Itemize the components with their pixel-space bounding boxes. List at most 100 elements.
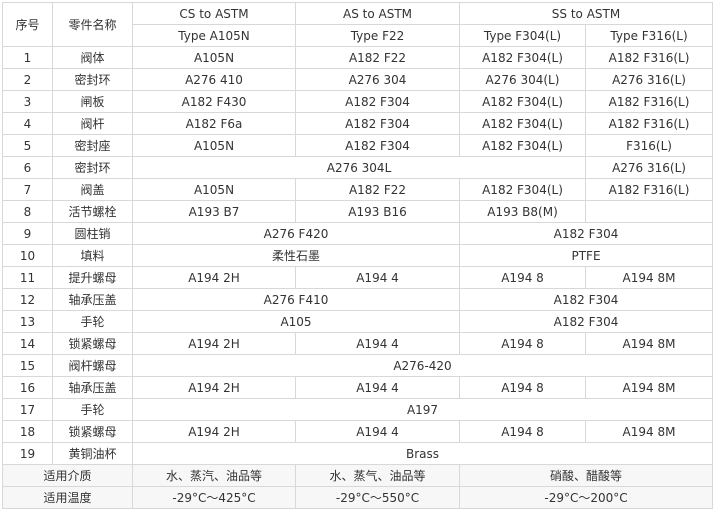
material-cell: A182 F316(L) — [584, 112, 714, 135]
material-cell: A276 316(L) — [584, 68, 714, 91]
table-row: 2 密封环 A276 410 A276 304 A276 304(L) A276… — [2, 68, 714, 91]
material-cell: A182 F304(L) — [459, 90, 586, 113]
table-row: 12 轴承压盖 A276 F410 A182 F304 — [2, 288, 714, 311]
material-cell: A182 F304 — [295, 90, 460, 113]
material-cell: A194 4 — [295, 332, 460, 355]
part-name: 圆柱销 — [52, 222, 133, 245]
material-cell: A194 4 — [295, 266, 460, 289]
material-cell: A276 304(L) — [459, 68, 586, 91]
part-name: 阀杆螺母 — [52, 354, 133, 377]
table-row: 18 锁紧螺母 A194 2H A194 4 A194 8 A194 8M — [2, 420, 714, 443]
part-name: 密封环 — [52, 156, 133, 179]
table-row: 16 轴承压盖 A194 2H A194 4 A194 8 A194 8M — [2, 376, 714, 399]
table-row: 14 锁紧螺母 A194 2H A194 4 A194 8 A194 8M — [2, 332, 714, 355]
material-cell: A194 4 — [295, 420, 460, 443]
material-cell-empty — [584, 200, 714, 223]
material-cell: A182 F316(L) — [584, 178, 714, 201]
material-cell: A105N — [132, 134, 296, 157]
material-cell: A276 304L — [132, 156, 586, 179]
row-number: 11 — [2, 266, 53, 289]
row-number: 18 — [2, 420, 53, 443]
row-number: 7 — [2, 178, 53, 201]
part-name: 阀体 — [52, 46, 133, 69]
material-cell: A182 F22 — [295, 46, 460, 69]
header-part-name: 零件名称 — [52, 2, 133, 47]
medium-cs: 水、蒸汽、油品等 — [132, 464, 296, 487]
row-number: 17 — [2, 398, 53, 421]
header-as: AS to ASTM — [295, 2, 460, 25]
part-name: 轴承压盖 — [52, 288, 133, 311]
material-cell: A194 8M — [584, 420, 714, 443]
part-name: 手轮 — [52, 398, 133, 421]
table-row: 13 手轮 A105 A182 F304 — [2, 310, 714, 333]
material-cell: A194 2H — [132, 420, 296, 443]
row-number: 4 — [2, 112, 53, 135]
row-number: 3 — [2, 90, 53, 113]
part-name: 黄铜油杯 — [52, 442, 133, 465]
row-number: 1 — [2, 46, 53, 69]
row-number: 14 — [2, 332, 53, 355]
material-cell: A276 316(L) — [584, 156, 714, 179]
type-f304l: Type F304(L) — [459, 24, 586, 47]
material-cell: 柔性石墨 — [132, 244, 460, 267]
table-row: 15 阀杆螺母 A276-420 — [2, 354, 714, 377]
material-cell: A276 304 — [295, 68, 460, 91]
header-seq: 序号 — [2, 2, 53, 47]
material-cell: A194 8M — [584, 376, 714, 399]
temperature-as: -29°C～550°C — [295, 486, 460, 509]
row-number: 16 — [2, 376, 53, 399]
material-cell: A194 8 — [459, 266, 586, 289]
part-name: 填料 — [52, 244, 133, 267]
material-cell: A194 2H — [132, 332, 296, 355]
material-cell: Brass — [131, 442, 714, 465]
row-number: 10 — [2, 244, 53, 267]
material-cell: A182 F304 — [458, 288, 714, 311]
header-row-groups: 序号 零件名称 CS to ASTM AS to ASTM SS to ASTM — [2, 2, 714, 47]
footer-row-temperature: 适用温度 -29°C～425°C -29°C～550°C -29°C～200°C — [2, 486, 714, 509]
material-cell: A194 8M — [584, 332, 714, 355]
part-name: 阀盖 — [52, 178, 133, 201]
footer-row-medium: 适用介质 水、蒸汽、油品等 水、蒸气、油品等 硝酸、醋酸等 — [2, 464, 714, 487]
temperature-ss: -29°C～200°C — [458, 486, 714, 509]
material-cell: A193 B16 — [295, 200, 460, 223]
row-number: 5 — [2, 134, 53, 157]
material-cell: A194 8 — [459, 376, 586, 399]
part-name: 阀杆 — [52, 112, 133, 135]
material-cell: A194 4 — [295, 376, 460, 399]
part-name: 轴承压盖 — [52, 376, 133, 399]
material-cell: A194 8 — [459, 332, 586, 355]
part-name: 活节螺栓 — [52, 200, 133, 223]
material-cell: A194 2H — [132, 376, 296, 399]
table-row: 7 阀盖 A105N A182 F22 A182 F304(L) A182 F3… — [2, 178, 714, 201]
material-cell: A182 F304 — [295, 134, 460, 157]
part-name: 密封环 — [52, 68, 133, 91]
row-number: 15 — [2, 354, 53, 377]
row-number: 9 — [2, 222, 53, 245]
table-row: 1 阀体 A105N A182 F22 A182 F304(L) A182 F3… — [2, 46, 714, 69]
table-row: 5 密封座 A105N A182 F304 A182 F304(L) F316(… — [2, 134, 714, 157]
material-cell: A105N — [132, 178, 296, 201]
material-cell: A182 F304(L) — [459, 134, 586, 157]
material-cell: A182 F316(L) — [584, 46, 714, 69]
row-number: 13 — [2, 310, 53, 333]
material-cell: A182 F6a — [132, 112, 296, 135]
material-cell: A182 F22 — [295, 178, 460, 201]
material-cell: A194 8 — [459, 420, 586, 443]
table-row: 19 黄铜油杯 Brass — [2, 442, 714, 465]
table-row: 9 圆柱销 A276 F420 A182 F304 — [2, 222, 714, 245]
table-row: 11 提升螺母 A194 2H A194 4 A194 8 A194 8M — [2, 266, 714, 289]
row-number: 8 — [2, 200, 53, 223]
table-row: 4 阀杆 A182 F6a A182 F304 A182 F304(L) A18… — [2, 112, 714, 135]
part-name: 密封座 — [52, 134, 133, 157]
header-ss: SS to ASTM — [458, 2, 714, 25]
material-cell: A276 F410 — [132, 288, 460, 311]
table-row: 8 活节螺栓 A193 B7 A193 B16 A193 B8(M) — [2, 200, 714, 223]
header-cs: CS to ASTM — [132, 2, 296, 25]
material-cell: A276 410 — [132, 68, 296, 91]
material-cell: A182 F304(L) — [459, 178, 586, 201]
material-cell: A193 B7 — [132, 200, 296, 223]
material-cell: A197 — [131, 398, 714, 421]
material-cell: A105 — [132, 310, 460, 333]
medium-as: 水、蒸气、油品等 — [295, 464, 460, 487]
material-cell: A182 F304 — [458, 222, 714, 245]
